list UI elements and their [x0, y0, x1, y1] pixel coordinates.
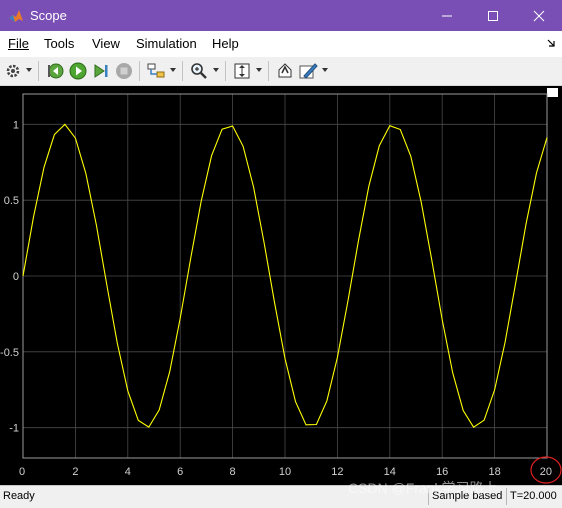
menu-view-label: View — [92, 36, 120, 51]
minimize-button[interactable] — [424, 0, 470, 31]
matlab-logo-icon — [9, 10, 23, 22]
run-icon[interactable] — [68, 61, 88, 81]
zoom-icon[interactable] — [189, 61, 209, 81]
chevron-down-icon[interactable] — [213, 68, 219, 72]
dock-arrow-icon[interactable] — [546, 38, 556, 48]
x-tick-label: 12 — [331, 466, 343, 478]
menu-bar: File Tools View Simulation Help — [0, 31, 562, 57]
x-tick-label: 20 — [540, 466, 552, 478]
title-bar: Scope — [0, 0, 562, 31]
toolbar — [0, 57, 562, 86]
status-bar: Ready Sample based T=20.000 — [0, 485, 562, 508]
toolbar-separator — [38, 61, 39, 81]
chevron-down-icon[interactable] — [256, 68, 262, 72]
status-ready: Ready — [3, 490, 35, 502]
axis-ticks: 0 2 4 6 8 10 12 14 16 18 20 1 0.5 0 -0.5 -1 — [0, 119, 552, 478]
signal-select-icon[interactable] — [146, 61, 166, 81]
menu-simulation-label: Simulation — [136, 36, 197, 51]
scope-display[interactable]: 0 2 4 6 8 10 12 14 16 18 20 1 0.5 0 -0.5 -1 — [0, 86, 562, 485]
y-tick-label: 0.5 — [4, 195, 19, 207]
y-tick-label: -1 — [9, 423, 19, 435]
status-sample-mode: Sample based — [432, 490, 503, 502]
minimize-icon — [442, 15, 452, 17]
step-back-icon[interactable] — [45, 61, 65, 81]
toolbar-separator — [182, 61, 183, 81]
menu-tools[interactable]: Tools — [44, 36, 74, 51]
status-time: T=20.000 — [510, 490, 557, 502]
autoscale-icon[interactable] — [232, 61, 252, 81]
close-button[interactable] — [516, 0, 562, 31]
x-tick-label: 18 — [488, 466, 500, 478]
status-divider — [506, 488, 507, 505]
toolbar-separator — [268, 61, 269, 81]
maximize-icon — [488, 11, 498, 21]
menu-file-label: File — [8, 36, 29, 51]
highlight-icon[interactable] — [275, 61, 295, 81]
window-title: Scope — [30, 8, 67, 23]
menu-simulation[interactable]: Simulation — [136, 36, 197, 51]
x-tick-label: 4 — [125, 466, 131, 478]
status-divider — [428, 488, 429, 505]
menu-help[interactable]: Help — [212, 36, 239, 51]
step-forward-icon[interactable] — [91, 61, 111, 81]
x-tick-label: 0 — [19, 466, 25, 478]
maximize-button[interactable] — [470, 0, 516, 31]
toolbar-separator — [225, 61, 226, 81]
chevron-down-icon[interactable] — [26, 68, 32, 72]
x-tick-label: 16 — [436, 466, 448, 478]
menu-file[interactable]: File — [8, 36, 29, 51]
gear-icon[interactable] — [3, 61, 23, 81]
x-tick-label: 10 — [279, 466, 291, 478]
menu-tools-label: Tools — [44, 36, 75, 51]
stop-icon[interactable] — [114, 61, 134, 81]
chevron-down-icon[interactable] — [322, 68, 328, 72]
menu-help-label: Help — [212, 36, 239, 51]
undock-axes-icon[interactable] — [547, 88, 558, 97]
y-tick-label: 0 — [13, 271, 19, 283]
y-tick-label: -0.5 — [0, 347, 19, 359]
x-tick-label: 8 — [230, 466, 236, 478]
toolbar-separator — [139, 61, 140, 81]
grid — [22, 94, 548, 458]
scope-plot[interactable]: 0 2 4 6 8 10 12 14 16 18 20 1 0.5 0 -0.5 -1 — [0, 86, 562, 485]
close-icon — [533, 10, 545, 22]
y-tick-label: 1 — [13, 119, 19, 131]
x-tick-label: 6 — [177, 466, 183, 478]
x-tick-label: 2 — [72, 466, 78, 478]
x-tick-label: 14 — [384, 466, 396, 478]
style-icon[interactable] — [298, 61, 318, 81]
chevron-down-icon[interactable] — [170, 68, 176, 72]
menu-view[interactable]: View — [92, 36, 120, 51]
